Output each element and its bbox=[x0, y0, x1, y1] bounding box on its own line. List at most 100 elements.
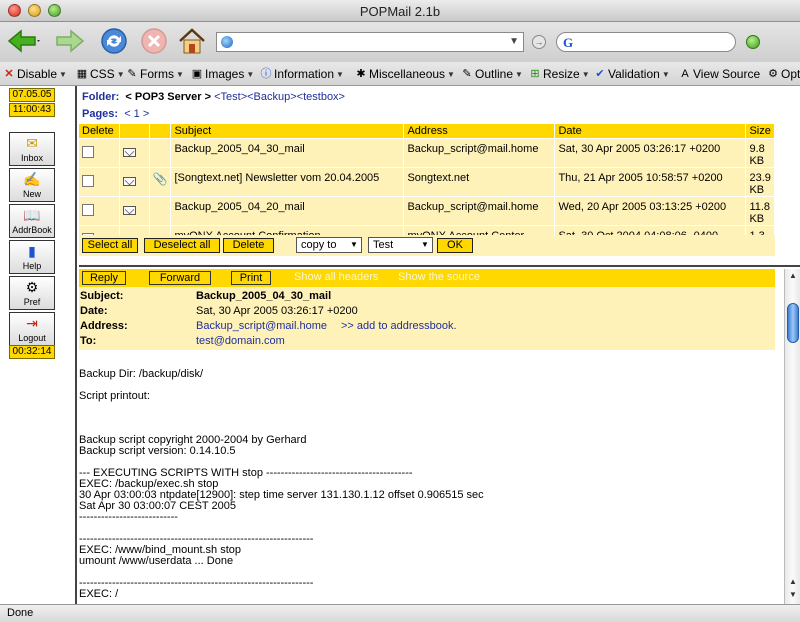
dev-information-menu[interactable]: ⓘ Information ▼ bbox=[260, 67, 344, 81]
go-icon[interactable]: → bbox=[532, 35, 546, 49]
css-icon: ▦ bbox=[76, 68, 88, 80]
forward-button[interactable] bbox=[52, 25, 88, 57]
address-link[interactable]: Backup_script@mail.home bbox=[196, 320, 327, 332]
subject-label: Subject: bbox=[80, 290, 124, 302]
new-message-button[interactable]: ✍ New bbox=[9, 168, 55, 202]
target-folder-select[interactable]: Test ▼ bbox=[368, 237, 433, 253]
dev-view-source-button[interactable]: A View Source bbox=[679, 67, 760, 81]
deselect-all-button[interactable]: Deselect all bbox=[144, 238, 220, 253]
folder-server: < POP3 Server > bbox=[125, 91, 212, 103]
dev-disable-menu[interactable]: ✕ Disable ▼ bbox=[3, 67, 67, 81]
copy-move-select[interactable]: copy to ▼ bbox=[296, 237, 362, 253]
search-engine-icon[interactable]: G bbox=[563, 35, 573, 51]
dev-images-label: Images bbox=[205, 67, 245, 81]
read-envelope-icon bbox=[122, 147, 136, 157]
column-header-address[interactable]: Address bbox=[403, 124, 556, 138]
message-body: Backup Dir: /backup/disk/ Script printou… bbox=[79, 368, 484, 600]
addressbook-button[interactable]: 📖 AddrBook bbox=[9, 204, 55, 238]
message-subject[interactable]: Backup_2005_04_20_mail bbox=[170, 195, 405, 225]
table-row[interactable]: Backup_2005_04_20_mail Backup_script@mai… bbox=[79, 195, 775, 225]
ok-button[interactable]: OK bbox=[437, 238, 473, 253]
back-button[interactable] bbox=[6, 25, 42, 57]
scroll-down-arrow-icon[interactable]: ▼ bbox=[787, 589, 799, 601]
column-header-subject[interactable]: Subject bbox=[170, 124, 405, 138]
dev-miscellaneous-menu[interactable]: ✱ Miscellaneous ▼ bbox=[355, 67, 455, 81]
dev-forms-menu[interactable]: ✎ Forms ▼ bbox=[126, 67, 184, 81]
search-input[interactable]: G bbox=[556, 32, 736, 52]
column-header-size[interactable]: Size bbox=[745, 124, 775, 138]
show-all-headers-link[interactable]: Show all headers bbox=[294, 271, 378, 283]
page-link[interactable]: < 1 > bbox=[124, 108, 149, 120]
chevron-down-icon: ▼ bbox=[421, 240, 429, 249]
add-to-addressbook-link[interactable]: >> add to addressbook. bbox=[341, 320, 457, 332]
message-address[interactable]: Songtext.net bbox=[403, 166, 556, 196]
images-icon: ▣ bbox=[191, 68, 203, 80]
reload-button[interactable] bbox=[98, 25, 130, 57]
scroll-up-arrow-icon[interactable]: ▲ bbox=[787, 576, 799, 588]
delete-checkbox[interactable] bbox=[82, 145, 94, 158]
new-label: New bbox=[22, 189, 41, 199]
url-dropdown-chevron-icon[interactable]: ▼ bbox=[509, 36, 519, 47]
forms-icon: ✎ bbox=[127, 68, 137, 80]
dropdown-icon: ▼ bbox=[59, 69, 67, 79]
home-button[interactable] bbox=[176, 25, 208, 57]
header-address-row: Address: Backup_script@mail.home >> add to… bbox=[79, 320, 775, 335]
stop-button[interactable] bbox=[138, 25, 170, 57]
reply-button[interactable]: Reply bbox=[82, 271, 126, 285]
url-input[interactable]: ▼ bbox=[216, 32, 524, 52]
miscellaneous-icon: ✱ bbox=[356, 68, 366, 80]
forward-message-button[interactable]: Forward bbox=[149, 271, 211, 285]
table-row[interactable]: Backup_2005_04_30_mail Backup_script@mai… bbox=[79, 137, 775, 167]
dev-outline-menu[interactable]: ✎ Outline ▼ bbox=[461, 67, 523, 81]
message-subject[interactable]: [Songtext.net] Newsletter vom 20.04.2005 bbox=[170, 166, 405, 196]
dev-css-menu[interactable]: ▦ CSS ▼ bbox=[76, 67, 125, 81]
dev-css-label: CSS bbox=[90, 67, 115, 81]
dev-options-label: Opt bbox=[781, 67, 800, 81]
message-address[interactable]: Backup_script@mail.home bbox=[403, 137, 556, 167]
subject-value: Backup_2005_04_30_mail bbox=[196, 290, 332, 302]
preferences-button[interactable]: ⚙ Pref bbox=[9, 276, 55, 310]
to-link[interactable]: test@domain.com bbox=[196, 335, 285, 347]
help-label: Help bbox=[22, 261, 42, 271]
current-time: 11:00:43 bbox=[9, 103, 55, 117]
back-arrow-icon bbox=[7, 29, 40, 53]
target-folder-value: Test bbox=[373, 239, 394, 251]
column-header-status bbox=[119, 124, 150, 138]
scroll-up-arrow-icon[interactable]: ▲ bbox=[787, 270, 799, 282]
help-button[interactable]: ▮ Help bbox=[9, 240, 55, 274]
message-address[interactable]: Backup_script@mail.home bbox=[403, 195, 556, 225]
inbox-button[interactable]: ✉ Inbox bbox=[9, 132, 55, 166]
print-button[interactable]: Print bbox=[231, 271, 271, 285]
copy-move-value: copy to bbox=[301, 239, 337, 251]
search-go-icon[interactable] bbox=[746, 35, 760, 49]
folder-link-test[interactable]: <Test> bbox=[214, 91, 247, 103]
folder-link-backup[interactable]: <Backup> bbox=[247, 91, 297, 103]
delete-checkbox[interactable] bbox=[82, 174, 94, 187]
addressbook-icon: 📖 bbox=[23, 207, 41, 223]
column-header-delete[interactable]: Delete bbox=[79, 124, 120, 138]
dev-options-menu[interactable]: ⚙ Opt bbox=[767, 67, 800, 81]
dev-images-menu[interactable]: ▣ Images ▼ bbox=[191, 67, 254, 81]
dev-validation-menu[interactable]: ✔ Validation ▼ bbox=[594, 67, 669, 81]
message-size: 9.8 KB bbox=[745, 137, 775, 167]
scroll-thumb[interactable] bbox=[787, 303, 799, 343]
logout-button[interactable]: ⇥ Logout bbox=[9, 312, 55, 346]
dev-information-label: Information bbox=[274, 67, 335, 81]
table-row[interactable]: 📎 [Songtext.net] Newsletter vom 20.04.20… bbox=[79, 166, 775, 196]
column-header-date[interactable]: Date bbox=[554, 124, 747, 138]
current-date: 07.05.05 bbox=[9, 88, 55, 102]
dropdown-icon: ▼ bbox=[116, 69, 125, 79]
dev-outline-label: Outline bbox=[475, 67, 514, 81]
message-scrollbar[interactable]: ▲ ▲ ▼ bbox=[784, 269, 800, 604]
message-subject[interactable]: Backup_2005_04_30_mail bbox=[170, 137, 405, 167]
select-all-button[interactable]: Select all bbox=[82, 238, 138, 253]
folder-link-testbox[interactable]: <testbox> bbox=[297, 91, 345, 103]
message-headers: Subject: Backup_2005_04_30_mail Date: Sat,… bbox=[79, 287, 775, 350]
main-content: Folder: < POP3 Server > <Test><Backup><t… bbox=[79, 86, 800, 604]
show-source-link[interactable]: Show the source bbox=[398, 271, 480, 283]
attachment-icon: 📎 bbox=[152, 171, 168, 186]
dev-resize-menu[interactable]: ⊞ Resize ▼ bbox=[529, 67, 589, 81]
information-icon: ⓘ bbox=[260, 68, 272, 80]
delete-checkbox[interactable] bbox=[82, 203, 94, 216]
delete-button[interactable]: Delete bbox=[223, 238, 274, 253]
